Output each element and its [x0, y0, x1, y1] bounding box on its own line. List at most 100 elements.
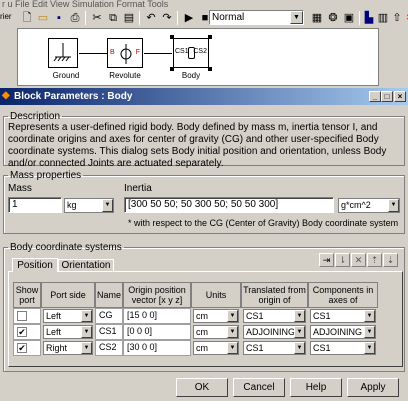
port-side-value-2: Right [46, 343, 68, 353]
translated-select-2[interactable]: CS1 ▼ [243, 341, 306, 355]
cut-icon[interactable]: ✂ [90, 11, 104, 25]
mass-input[interactable]: 1 [8, 197, 62, 213]
show-port-checkbox-2[interactable]: ✔ [17, 343, 27, 353]
ok-button[interactable]: OK [176, 378, 228, 397]
body-label: Body [181, 71, 201, 80]
separator [139, 11, 140, 25]
separator [85, 11, 86, 25]
components-select-1[interactable]: ADJOINING ▼ [310, 325, 376, 339]
translated-select-1[interactable]: ADJOINING ▼ [243, 325, 306, 339]
undo-icon[interactable]: ↶ [144, 11, 158, 25]
inertia-unit-select[interactable]: g*cm^2 ▼ [338, 198, 400, 213]
chevron-down-icon: ▼ [290, 11, 303, 24]
port-side-select-0[interactable]: Left ▼ [43, 309, 93, 323]
port-side-select-2[interactable]: Right ▼ [43, 341, 93, 355]
chevron-down-icon: ▼ [81, 342, 92, 354]
components-value-2: CS1 [313, 343, 331, 353]
build-icon[interactable]: ▦ [310, 11, 324, 25]
chevron-down-icon: ▼ [294, 326, 305, 338]
copy-icon[interactable]: ⧉ [106, 11, 120, 25]
column-header-components: Components in axes of [308, 282, 378, 308]
chevron-down-icon: ▼ [294, 342, 305, 354]
dialog-title: Block Parameters : Body [14, 91, 133, 102]
show-port-checkbox-0[interactable] [17, 311, 27, 321]
selection-handle[interactable] [170, 35, 174, 39]
selection-handle[interactable] [208, 35, 212, 39]
up-icon[interactable]: ⇧ [390, 11, 404, 25]
revolute-joint-icon [120, 44, 132, 64]
debugger-icon[interactable]: ✱ [404, 11, 408, 25]
origin-input-1[interactable]: [0 0 0] [123, 324, 191, 340]
chevron-down-icon: ▼ [388, 199, 399, 212]
column-header-units: Units [191, 282, 241, 308]
ground-icon [53, 43, 71, 62]
chevron-down-icon: ▼ [81, 310, 92, 322]
redo-icon[interactable]: ↷ [160, 11, 174, 25]
chevron-down-icon: ▼ [81, 326, 92, 338]
description-text: Represents a user-defined rigid body. Bo… [8, 122, 387, 169]
insert-row-icon[interactable]: ⇂ [335, 253, 350, 267]
components-select-0[interactable]: CS1 ▼ [310, 309, 376, 323]
origin-input-0[interactable]: [15 0 0] [123, 308, 191, 324]
units-select-2[interactable]: cm ▼ [193, 341, 239, 355]
cs-name-2: CS2 [95, 340, 123, 356]
maximize-icon[interactable]: □ [381, 91, 393, 102]
play-icon[interactable]: ▶ [182, 11, 196, 25]
print-icon[interactable]: ⎙ [68, 11, 82, 25]
units-value-2: cm [196, 343, 208, 353]
apply-button[interactable]: Apply [347, 378, 399, 397]
column-header-translated: Translated from origin of [241, 282, 308, 308]
body-cs1-port: CS1 [175, 48, 189, 55]
help-button[interactable]: Help [290, 378, 342, 397]
inertia-input[interactable]: [300 50 50; 50 300 50; 50 50 300] [124, 197, 334, 213]
separator [359, 11, 360, 25]
chevron-down-icon: ▼ [227, 310, 238, 322]
minimize-icon[interactable]: _ [369, 91, 381, 102]
column-header-port-side: Port side [41, 282, 95, 308]
ground-label: Ground [52, 71, 80, 80]
close-icon[interactable]: × [394, 91, 406, 102]
update-icon[interactable]: ❂ [326, 11, 340, 25]
simulink-window: r u File Edit View Simulation Format Too… [0, 0, 408, 88]
open-icon[interactable]: ▭ [36, 11, 50, 25]
inertia-note: * with respect to the CG (Center of Grav… [128, 218, 399, 228]
move-up-icon[interactable]: ⇡ [367, 253, 382, 267]
library-icon[interactable]: ▙ [362, 11, 376, 25]
new-icon[interactable]: 🗋 [20, 11, 34, 25]
ground-block[interactable] [48, 38, 78, 68]
components-select-2[interactable]: CS1 ▼ [310, 341, 376, 355]
body-cs-legend: Body coordinate systems [10, 242, 122, 253]
mass-unit-value: kg [67, 200, 77, 210]
show-port-checkbox-1[interactable]: ✔ [17, 327, 27, 337]
port-side-select-1[interactable]: Left ▼ [43, 325, 93, 339]
cancel-button[interactable]: Cancel [233, 378, 285, 397]
units-select-0[interactable]: cm ▼ [193, 309, 239, 323]
body-block[interactable]: CS1 CS2 [173, 38, 209, 68]
port-side-value-0: Left [46, 311, 62, 321]
delete-row-icon[interactable]: ✕ [351, 253, 366, 267]
units-value-0: cm [196, 311, 208, 321]
translated-value-0: CS1 [246, 311, 264, 321]
paste-icon[interactable]: ▤ [122, 11, 136, 25]
debug-icon[interactable]: ▣ [342, 11, 356, 25]
chevron-down-icon: ▼ [364, 326, 375, 338]
chevron-down-icon: ▼ [294, 310, 305, 322]
move-down-icon[interactable]: ⇣ [383, 253, 398, 267]
column-header-show-port: Show port [13, 282, 41, 308]
translated-value-2: CS1 [246, 343, 264, 353]
revolute-block[interactable]: B F [107, 38, 143, 68]
sim-mode-select[interactable]: Normal ▼ [209, 10, 304, 25]
tab-position[interactable]: Position [12, 258, 58, 272]
translated-select-0[interactable]: CS1 ▼ [243, 309, 306, 323]
units-value-1: cm [196, 327, 208, 337]
save-icon[interactable]: ▪ [52, 11, 66, 25]
mass-unit-select[interactable]: kg ▼ [64, 198, 114, 213]
dialog-title-bar[interactable]: ◆ Block Parameters : Body _ □ × [0, 88, 408, 105]
origin-input-2[interactable]: [30 0 0] [123, 340, 191, 356]
model-explorer-icon[interactable]: ▥ [376, 11, 390, 25]
add-row-icon[interactable]: ⇥ [319, 253, 334, 267]
model-canvas[interactable]: Ground B F Revolute CS1 CS2 Body [17, 28, 379, 86]
description-legend: Description [10, 111, 61, 122]
body-shape-icon [188, 47, 195, 59]
units-select-1[interactable]: cm ▼ [193, 325, 239, 339]
